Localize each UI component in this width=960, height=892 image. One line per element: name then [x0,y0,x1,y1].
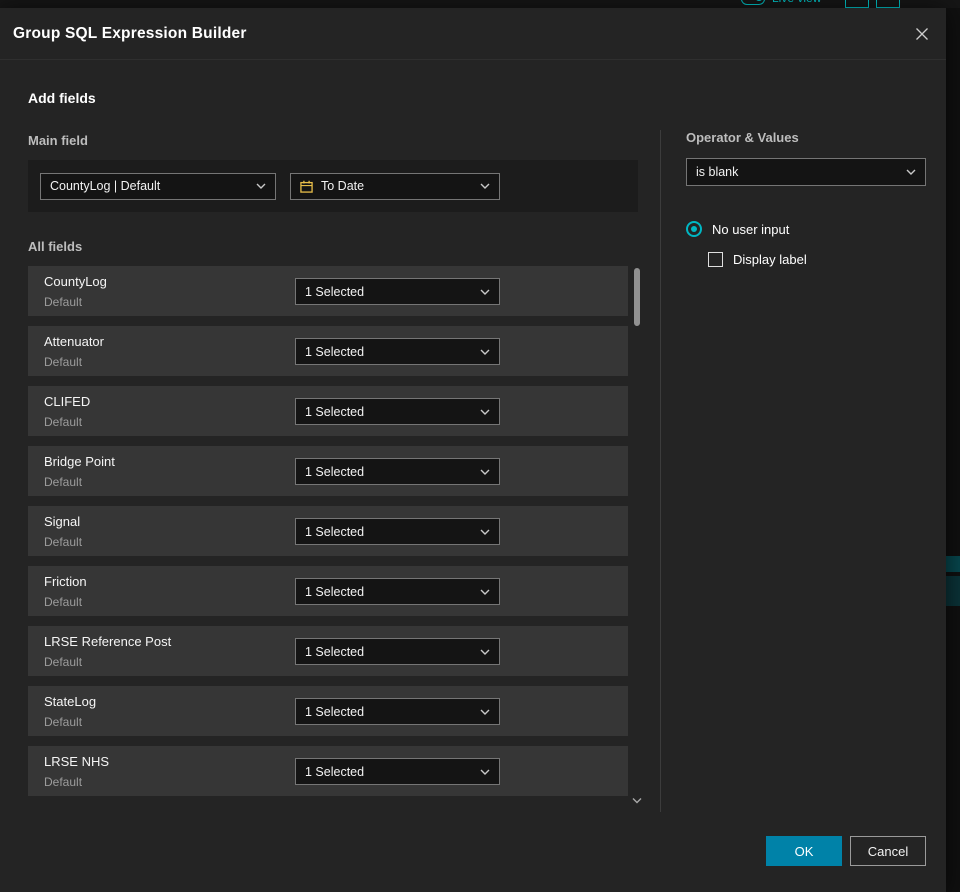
date-field-dropdown-value: To Date [321,179,365,193]
chevron-down-icon [480,589,490,595]
chevron-down-icon [480,349,490,355]
close-icon [916,28,928,40]
device-preview-button[interactable] [845,0,869,8]
background-right-strip [946,8,960,892]
radio-selected-icon [686,221,702,237]
field-row: Signal Default 1 Selected [28,506,628,556]
chevron-down-icon [480,649,490,655]
field-row: StateLog Default 1 Selected [28,686,628,736]
field-subtitle: Default [44,595,83,609]
scrollbar-thumb[interactable] [634,268,640,326]
live-view-toggle-icon [741,0,765,5]
field-selected-dropdown[interactable]: 1 Selected [295,698,500,725]
field-selected-dropdown[interactable]: 1 Selected [295,458,500,485]
display-label-checkbox[interactable]: Display label [708,252,807,267]
dialog-header: Group SQL Expression Builder [0,8,946,60]
main-field-panel: CountyLog | Default To Date [28,160,638,212]
live-view-label: Live view [772,0,821,5]
no-user-input-label: No user input [712,221,790,237]
field-name: Attenuator [44,334,104,349]
field-selected-value: 1 Selected [305,284,365,299]
live-view-control[interactable]: Live view [741,0,821,5]
field-selected-dropdown[interactable]: 1 Selected [295,638,500,665]
field-selected-dropdown[interactable]: 1 Selected [295,758,500,785]
background-fragment-2 [946,576,960,606]
ok-button[interactable]: OK [766,836,842,866]
field-row: Attenuator Default 1 Selected [28,326,628,376]
field-selected-dropdown[interactable]: 1 Selected [295,518,500,545]
field-name: CountyLog [44,274,107,289]
device-preview-button-2[interactable] [876,0,900,8]
no-user-input-radio[interactable]: No user input [686,221,789,237]
calendar-icon [300,180,313,193]
field-row: Bridge Point Default 1 Selected [28,446,628,496]
chevron-down-icon [480,289,490,295]
field-name: Bridge Point [44,454,115,469]
main-field-dropdown[interactable]: CountyLog | Default [40,172,276,200]
field-selected-value: 1 Selected [305,404,365,419]
field-subtitle: Default [44,715,83,729]
display-label-text: Display label [733,252,807,267]
all-fields-list: CountyLog Default 1 Selected Attenuator … [28,266,628,796]
field-selected-value: 1 Selected [305,644,365,659]
chevron-down-icon [906,169,916,175]
field-selected-dropdown[interactable]: 1 Selected [295,338,500,365]
chevron-down-icon [480,183,490,189]
field-selected-value: 1 Selected [305,704,365,719]
field-row: Friction Default 1 Selected [28,566,628,616]
chevron-down-icon [632,797,642,803]
field-selected-dropdown[interactable]: 1 Selected [295,398,500,425]
add-fields-heading: Add fields [28,90,96,106]
app-top-strip: Live view [0,0,960,8]
field-selected-value: 1 Selected [305,524,365,539]
field-subtitle: Default [44,355,83,369]
field-name: Signal [44,514,81,529]
field-subtitle: Default [44,775,83,789]
field-selected-dropdown[interactable]: 1 Selected [295,578,500,605]
date-field-dropdown[interactable]: To Date [290,172,500,200]
background-fragment [946,556,960,572]
cancel-button[interactable]: Cancel [850,836,926,866]
chevron-down-icon [480,529,490,535]
field-subtitle: Default [44,415,83,429]
scrollbar-down-arrow[interactable] [631,794,643,806]
main-field-label: Main field [28,133,88,148]
all-fields-label: All fields [28,239,83,254]
operator-dropdown-value: is blank [696,165,739,179]
field-name: CLIFED [44,394,91,409]
chevron-down-icon [480,469,490,475]
column-divider [660,130,661,812]
close-button[interactable] [913,25,931,43]
field-subtitle: Default [44,655,83,669]
checkbox-unchecked-icon [708,252,723,267]
field-name: StateLog [44,694,97,709]
field-row: CountyLog Default 1 Selected [28,266,628,316]
field-subtitle: Default [44,295,83,309]
field-selected-value: 1 Selected [305,344,365,359]
field-name: LRSE Reference Post [44,634,172,649]
field-row: LRSE NHS Default 1 Selected [28,746,628,796]
group-sql-expression-builder-dialog: Group SQL Expression Builder Add fields … [0,8,946,892]
field-selected-value: 1 Selected [305,764,365,779]
field-selected-dropdown[interactable]: 1 Selected [295,278,500,305]
main-field-dropdown-value: CountyLog | Default [50,179,161,193]
field-row: CLIFED Default 1 Selected [28,386,628,436]
field-subtitle: Default [44,535,83,549]
dialog-title: Group SQL Expression Builder [13,24,247,42]
field-subtitle: Default [44,475,83,489]
field-selected-value: 1 Selected [305,584,365,599]
chevron-down-icon [256,183,266,189]
chevron-down-icon [480,409,490,415]
operator-dropdown[interactable]: is blank [686,158,926,186]
field-name: LRSE NHS [44,754,110,769]
field-name: Friction [44,574,87,589]
fields-scrollbar[interactable] [633,266,641,792]
chevron-down-icon [480,769,490,775]
chevron-down-icon [480,709,490,715]
field-selected-value: 1 Selected [305,464,365,479]
field-row: LRSE Reference Post Default 1 Selected [28,626,628,676]
operator-values-label: Operator & Values [686,130,799,145]
